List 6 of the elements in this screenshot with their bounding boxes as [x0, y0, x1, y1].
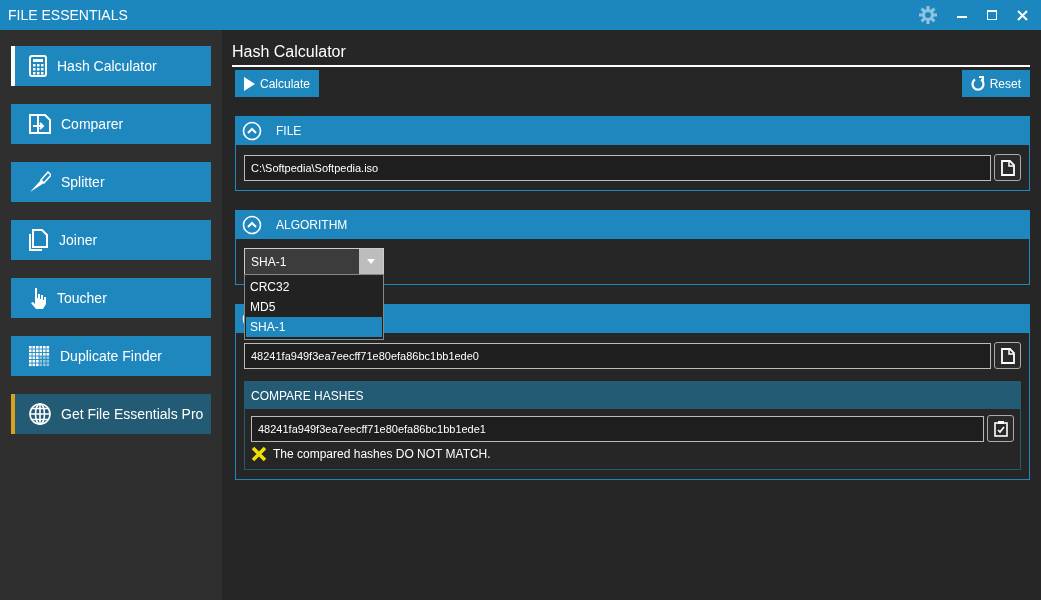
compare-title: COMPARE HASHES	[251, 387, 364, 405]
page-title: Hash Calculator	[232, 40, 1030, 67]
section-title: FILE	[276, 123, 302, 140]
result-message: The compared hashes DO NOT MATCH.	[273, 446, 491, 463]
window-title: FILE ESSENTIALS	[7, 5, 128, 25]
section-title: ALGORITHM	[276, 217, 348, 234]
